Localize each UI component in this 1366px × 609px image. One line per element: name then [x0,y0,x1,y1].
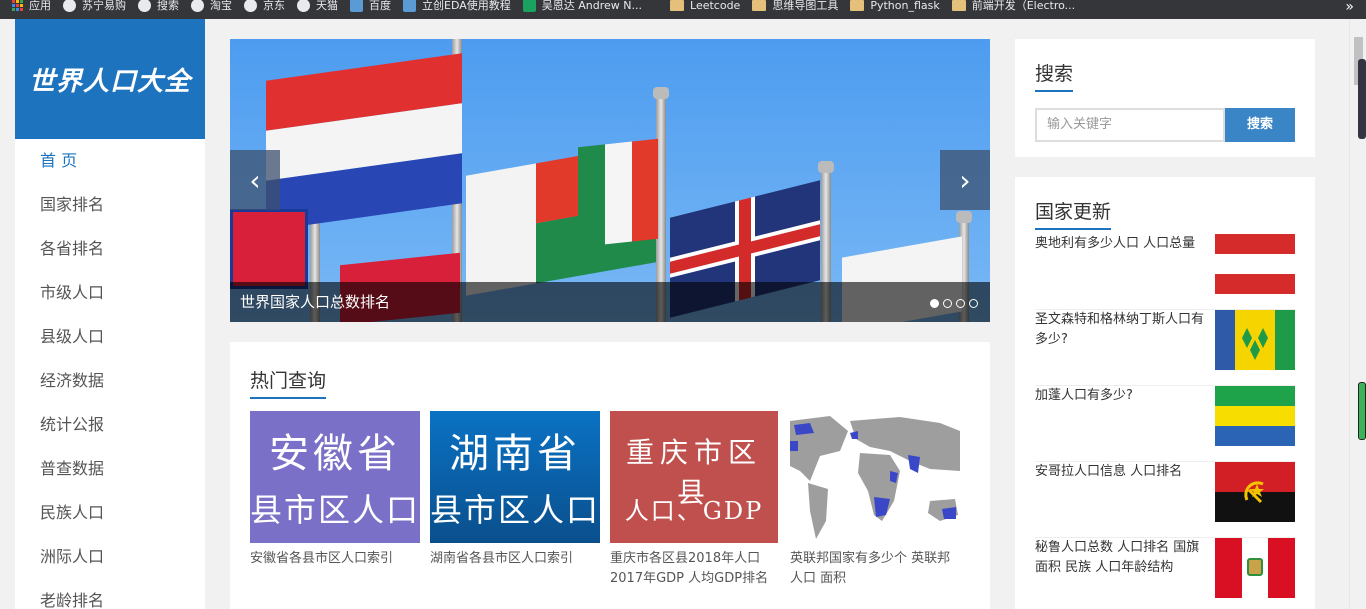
italy-flag [578,138,658,248]
bookmark-folder-mindmap[interactable]: 思维导图工具 [752,0,838,19]
bookmark-folder-flask[interactable]: Python_flask [850,0,940,19]
hot-card-caption[interactable]: 安徽省各县市区人口索引 [250,549,420,569]
link-icon [403,0,416,12]
globe-icon [297,0,310,12]
nepal-flag [230,209,308,289]
nav-item-economic-data[interactable]: 经济数据 [15,359,205,403]
slider-dot-1[interactable] [930,299,939,308]
bookmarks-overflow-button[interactable]: » [1345,0,1354,14]
nav-item-continent-population[interactable]: 洲际人口 [15,535,205,579]
chevron-right-icon: › [959,163,971,197]
hot-queries-title: 热门查询 [250,366,327,399]
site-logo[interactable]: 世界人口大全 [15,19,205,139]
green-site-icon [522,0,536,12]
nav-item-city-population[interactable]: 市级人口 [15,271,205,315]
page-scrollbar[interactable] [1349,19,1366,609]
bookmark-search[interactable]: 搜索 [138,0,179,19]
update-item[interactable]: 加蓬人口有多少? [1035,386,1295,462]
folder-icon [670,0,685,11]
globe-icon [138,0,151,12]
hot-card-chongqing[interactable]: 重庆市区县 人口、GDP 重庆市各区县2018年人口 2017年GDP 人均GD… [610,411,780,589]
update-item[interactable]: 安哥拉人口信息 人口排名 [1035,462,1295,538]
nav-item-census-data[interactable]: 普查数据 [15,447,205,491]
update-item-title[interactable]: 奥地利有多少人口 人口总量 [1035,234,1205,254]
update-item-title[interactable]: 秘鲁人口总数 人口排名 国旗 面积 民族 人口年龄结构 [1035,538,1205,578]
left-sidebar: 世界人口大全 首 页 国家排名 各省排名 市级人口 县级人口 经济数据 统计公报… [15,19,205,609]
hot-card-hunan[interactable]: 湖南省 县市区人口 湖南省各县市区人口索引 [430,411,600,569]
saint-vincent-flag[interactable] [1215,310,1295,370]
nav-item-province-rank[interactable]: 各省排名 [15,227,205,271]
apps-grid-icon [12,0,23,11]
folder-icon [752,0,767,11]
nav-item-ethnic-population[interactable]: 民族人口 [15,491,205,535]
folder-icon [850,0,865,11]
search-input[interactable]: 输入关键字 [1035,108,1225,142]
bookmarks-bar: 应用 苏宁易购 搜索 淘宝 京东 天猫 百度 立创EDA使用教程 吴恩达 And… [0,0,1366,19]
slider-prev-button[interactable]: ‹ [230,150,280,210]
hot-card-caption[interactable]: 英联邦国家有多少个 英联邦人口 面积 [790,549,960,589]
nav-item-county-population[interactable]: 县级人口 [15,315,205,359]
bookmark-baidu[interactable]: 百度 [350,0,391,19]
slider-next-button[interactable]: › [940,150,990,210]
nav-item-country-rank[interactable]: 国家排名 [15,183,205,227]
bookmark-jd[interactable]: 京东 [244,0,285,19]
chevron-left-icon: ‹ [249,163,261,197]
update-item-title[interactable]: 加蓬人口有多少? [1035,386,1205,406]
hot-card-thumb[interactable]: 安徽省 县市区人口 [250,411,420,543]
country-updates-panel: 国家更新 奥地利有多少人口 人口总量 圣文森特和格林纳丁斯人口有多少? 加蓬人口… [1015,177,1315,609]
hot-card-commonwealth[interactable]: 英联邦国家有多少个 英联邦人口 面积 [790,411,960,589]
nav-item-aging-rank[interactable]: 老龄排名 [15,579,205,609]
slider-dot-4[interactable] [969,299,978,308]
search-panel: 搜索 输入关键字 搜索 [1015,39,1315,157]
hot-card-caption[interactable]: 重庆市各区县2018年人口 2017年GDP 人均GDP排名 [610,549,780,589]
main-nav: 首 页 国家排名 各省排名 市级人口 县级人口 经济数据 统计公报 普查数据 民… [15,139,205,609]
search-title: 搜索 [1035,59,1074,92]
hot-card-thumb[interactable]: 重庆市区县 人口、GDP [610,411,778,543]
bookmark-lceda[interactable]: 立创EDA使用教程 [403,0,511,19]
update-item[interactable]: 奥地利有多少人口 人口总量 [1035,234,1295,310]
nav-item-home[interactable]: 首 页 [15,139,205,183]
update-item[interactable]: 秘鲁人口总数 人口排名 国旗 面积 民族 人口年龄结构 [1035,538,1295,609]
hot-card-caption[interactable]: 湖南省各县市区人口索引 [430,549,600,569]
bookmark-taobao[interactable]: 淘宝 [191,0,232,19]
folder-icon [951,0,966,11]
search-button[interactable]: 搜索 [1225,108,1295,142]
baidu-icon [350,0,363,12]
slider-dots [930,299,978,308]
world-map-image [790,416,960,539]
hot-queries-panel: 热门查询 安徽省 县市区人口 安徽省各县市区人口索引 湖南省 县市区人口 湖南省… [230,342,990,609]
hot-card-anhui[interactable]: 安徽省 县市区人口 安徽省各县市区人口索引 [250,411,420,569]
update-item[interactable]: 圣文森特和格林纳丁斯人口有多少? [1035,310,1295,386]
slider-dot-3[interactable] [956,299,965,308]
update-item-title[interactable]: 安哥拉人口信息 人口排名 [1035,462,1205,482]
side-widget-green-handle[interactable] [1358,382,1366,440]
world-map-thumb[interactable] [790,411,960,543]
hot-card-thumb[interactable]: 湖南省 县市区人口 [430,411,600,543]
globe-icon [63,0,76,12]
slide-image [230,39,990,322]
hero-slider[interactable]: ‹ › 世界国家人口总数排名 [230,39,990,322]
update-item-title[interactable]: 圣文森特和格林纳丁斯人口有多少? [1035,310,1205,350]
bookmark-folder-leetcode[interactable]: Leetcode [670,0,740,19]
bookmark-tmall[interactable]: 天猫 [297,0,338,19]
bookmark-folder-electron[interactable]: 前端开发（Electro... [951,0,1075,19]
slide-caption[interactable]: 世界国家人口总数排名 [230,282,990,322]
peru-flag[interactable] [1215,538,1295,598]
bookmark-suning[interactable]: 苏宁易购 [63,0,126,19]
netherlands-flag [266,53,462,231]
side-widget-handle[interactable] [1358,59,1366,139]
bookmark-apps[interactable]: 应用 [12,0,51,19]
angola-flag[interactable] [1215,462,1295,522]
gabon-flag[interactable] [1215,386,1295,446]
bookmark-andrew-ng[interactable]: 吴恩达 Andrew N... [522,0,642,19]
country-updates-title: 国家更新 [1035,197,1112,230]
globe-icon [244,0,257,12]
slider-dot-2[interactable] [943,299,952,308]
nav-item-statistics-bulletin[interactable]: 统计公报 [15,403,205,447]
austria-flag[interactable] [1215,234,1295,294]
globe-icon [191,0,204,12]
